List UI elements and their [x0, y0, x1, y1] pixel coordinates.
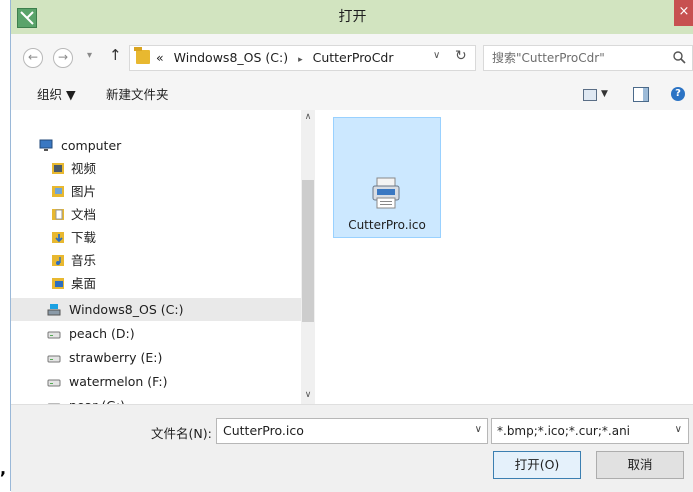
folder-icon: [134, 47, 150, 64]
nav-item-label: watermelon (F:): [69, 374, 168, 389]
search-input[interactable]: 搜索"CutterProCdr": [483, 45, 693, 71]
nav-item-strawberry[interactable]: strawberry (E:): [11, 346, 301, 369]
new-folder-button[interactable]: 新建文件夹: [106, 80, 169, 110]
stray-comma: ,: [0, 459, 7, 478]
preview-pane-icon[interactable]: [633, 87, 649, 102]
ico-file-icon: [372, 177, 400, 209]
scrollbar-thumb[interactable]: [302, 180, 314, 322]
dialog-footer: 文件名(N): CutterPro.ico ∨ *.bmp;*.ico;*.cu…: [11, 404, 693, 492]
nav-item-label: strawberry (E:): [69, 350, 163, 365]
nav-item-label: 图片: [71, 184, 97, 199]
path-dropdown-icon[interactable]: ∨: [433, 50, 440, 61]
computer-icon: [39, 139, 53, 151]
file-type-value: *.bmp;*.ico;*.cur;*.ani: [497, 424, 631, 438]
help-icon[interactable]: ?: [671, 87, 685, 101]
title-bar[interactable]: 打开 ×: [11, 0, 693, 34]
documents-folder-icon: [52, 209, 64, 220]
search-placeholder: 搜索"CutterProCdr": [492, 51, 605, 65]
filename-dropdown-icon[interactable]: ∨: [475, 424, 482, 435]
nav-item-pear[interactable]: pear (G:): [11, 394, 301, 404]
forward-button[interactable]: →: [53, 48, 73, 68]
file-list: CutterPro.ico: [315, 110, 693, 404]
refresh-icon[interactable]: ↻: [455, 48, 467, 64]
nav-item-music[interactable]: 音乐: [11, 249, 301, 272]
scroll-up-icon[interactable]: ∧: [301, 112, 315, 122]
close-button[interactable]: ×: [674, 0, 693, 26]
desktop-folder-icon: [52, 278, 64, 289]
open-button[interactable]: 打开(O): [493, 451, 581, 479]
drive-icon: [47, 355, 61, 363]
downloads-folder-icon: [52, 232, 64, 243]
nav-scrollbar[interactable]: ∧ ∨: [301, 110, 315, 404]
view-options-icon[interactable]: [583, 89, 597, 101]
search-icon[interactable]: [672, 50, 686, 64]
open-file-dialog: 打开 × ← → ▾ ↑ « Windows8_OS (C:) ▸ Cutter…: [10, 0, 693, 492]
window-title: 打开: [338, 9, 367, 25]
nav-item-label: peach (D:): [69, 326, 135, 341]
nav-item-downloads[interactable]: 下载: [11, 226, 301, 249]
nav-item-label: 下载: [71, 230, 97, 245]
nav-item-watermelon[interactable]: watermelon (F:): [11, 370, 301, 393]
up-folder-button[interactable]: ↑: [109, 46, 122, 64]
file-item-cutterpro-ico[interactable]: CutterPro.ico: [333, 117, 441, 238]
pictures-folder-icon: [52, 186, 64, 197]
filename-value: CutterPro.ico: [223, 423, 304, 438]
scroll-down-icon[interactable]: ∨: [301, 390, 315, 400]
address-bar: ← → ▾ ↑ « Windows8_OS (C:) ▸ CutterProCd…: [11, 34, 693, 81]
filename-label: 文件名(N):: [151, 426, 212, 441]
breadcrumb-separator-icon[interactable]: ▸: [298, 55, 303, 65]
nav-item-label: 文档: [71, 207, 97, 222]
breadcrumb-drive[interactable]: Windows8_OS (C:): [174, 50, 288, 65]
view-dropdown-icon[interactable]: ▼: [601, 89, 608, 99]
breadcrumb-overflow[interactable]: «: [156, 50, 164, 65]
nav-item-label: 音乐: [71, 253, 97, 268]
navigation-pane: computer 视频 图片 文档 下载 音乐 桌面 Windows8_OS (…: [11, 110, 315, 404]
recent-locations-dropdown[interactable]: ▾: [87, 50, 92, 61]
nav-item-label: 桌面: [71, 276, 97, 291]
nav-item-peach[interactable]: peach (D:): [11, 322, 301, 345]
nav-item-computer[interactable]: computer: [11, 134, 301, 157]
drive-icon: [47, 379, 61, 387]
videos-folder-icon: [52, 163, 64, 174]
file-type-select[interactable]: *.bmp;*.ico;*.cur;*.ani ∨: [491, 418, 689, 444]
nav-item-label: Windows8_OS (C:): [69, 302, 184, 317]
drive-icon: [47, 331, 61, 339]
file-type-dropdown-icon[interactable]: ∨: [675, 424, 682, 435]
command-toolbar: 组织 ▼ 新建文件夹 ▼ ?: [11, 80, 693, 111]
system-drive-icon: [47, 304, 61, 316]
cancel-button[interactable]: 取消: [596, 451, 684, 479]
nav-item-pictures[interactable]: 图片: [11, 180, 301, 203]
breadcrumb-folder[interactable]: CutterProCdr: [313, 50, 394, 65]
nav-item-label: computer: [61, 138, 122, 153]
path-breadcrumb[interactable]: « Windows8_OS (C:) ▸ CutterProCdr ∨ ↻: [129, 45, 476, 71]
nav-item-windows8-os[interactable]: Windows8_OS (C:): [11, 298, 301, 321]
organize-menu[interactable]: 组织 ▼: [37, 80, 76, 110]
filename-input[interactable]: CutterPro.ico ∨: [216, 418, 488, 444]
nav-item-label: 视频: [71, 161, 97, 176]
nav-item-documents[interactable]: 文档: [11, 203, 301, 226]
back-button[interactable]: ←: [23, 48, 43, 68]
nav-item-label: pear (G:): [69, 394, 125, 404]
nav-item-desktop[interactable]: 桌面: [11, 272, 301, 295]
music-folder-icon: [52, 255, 64, 266]
nav-item-videos[interactable]: 视频: [11, 157, 301, 180]
file-item-label: CutterPro.ico: [348, 218, 426, 232]
